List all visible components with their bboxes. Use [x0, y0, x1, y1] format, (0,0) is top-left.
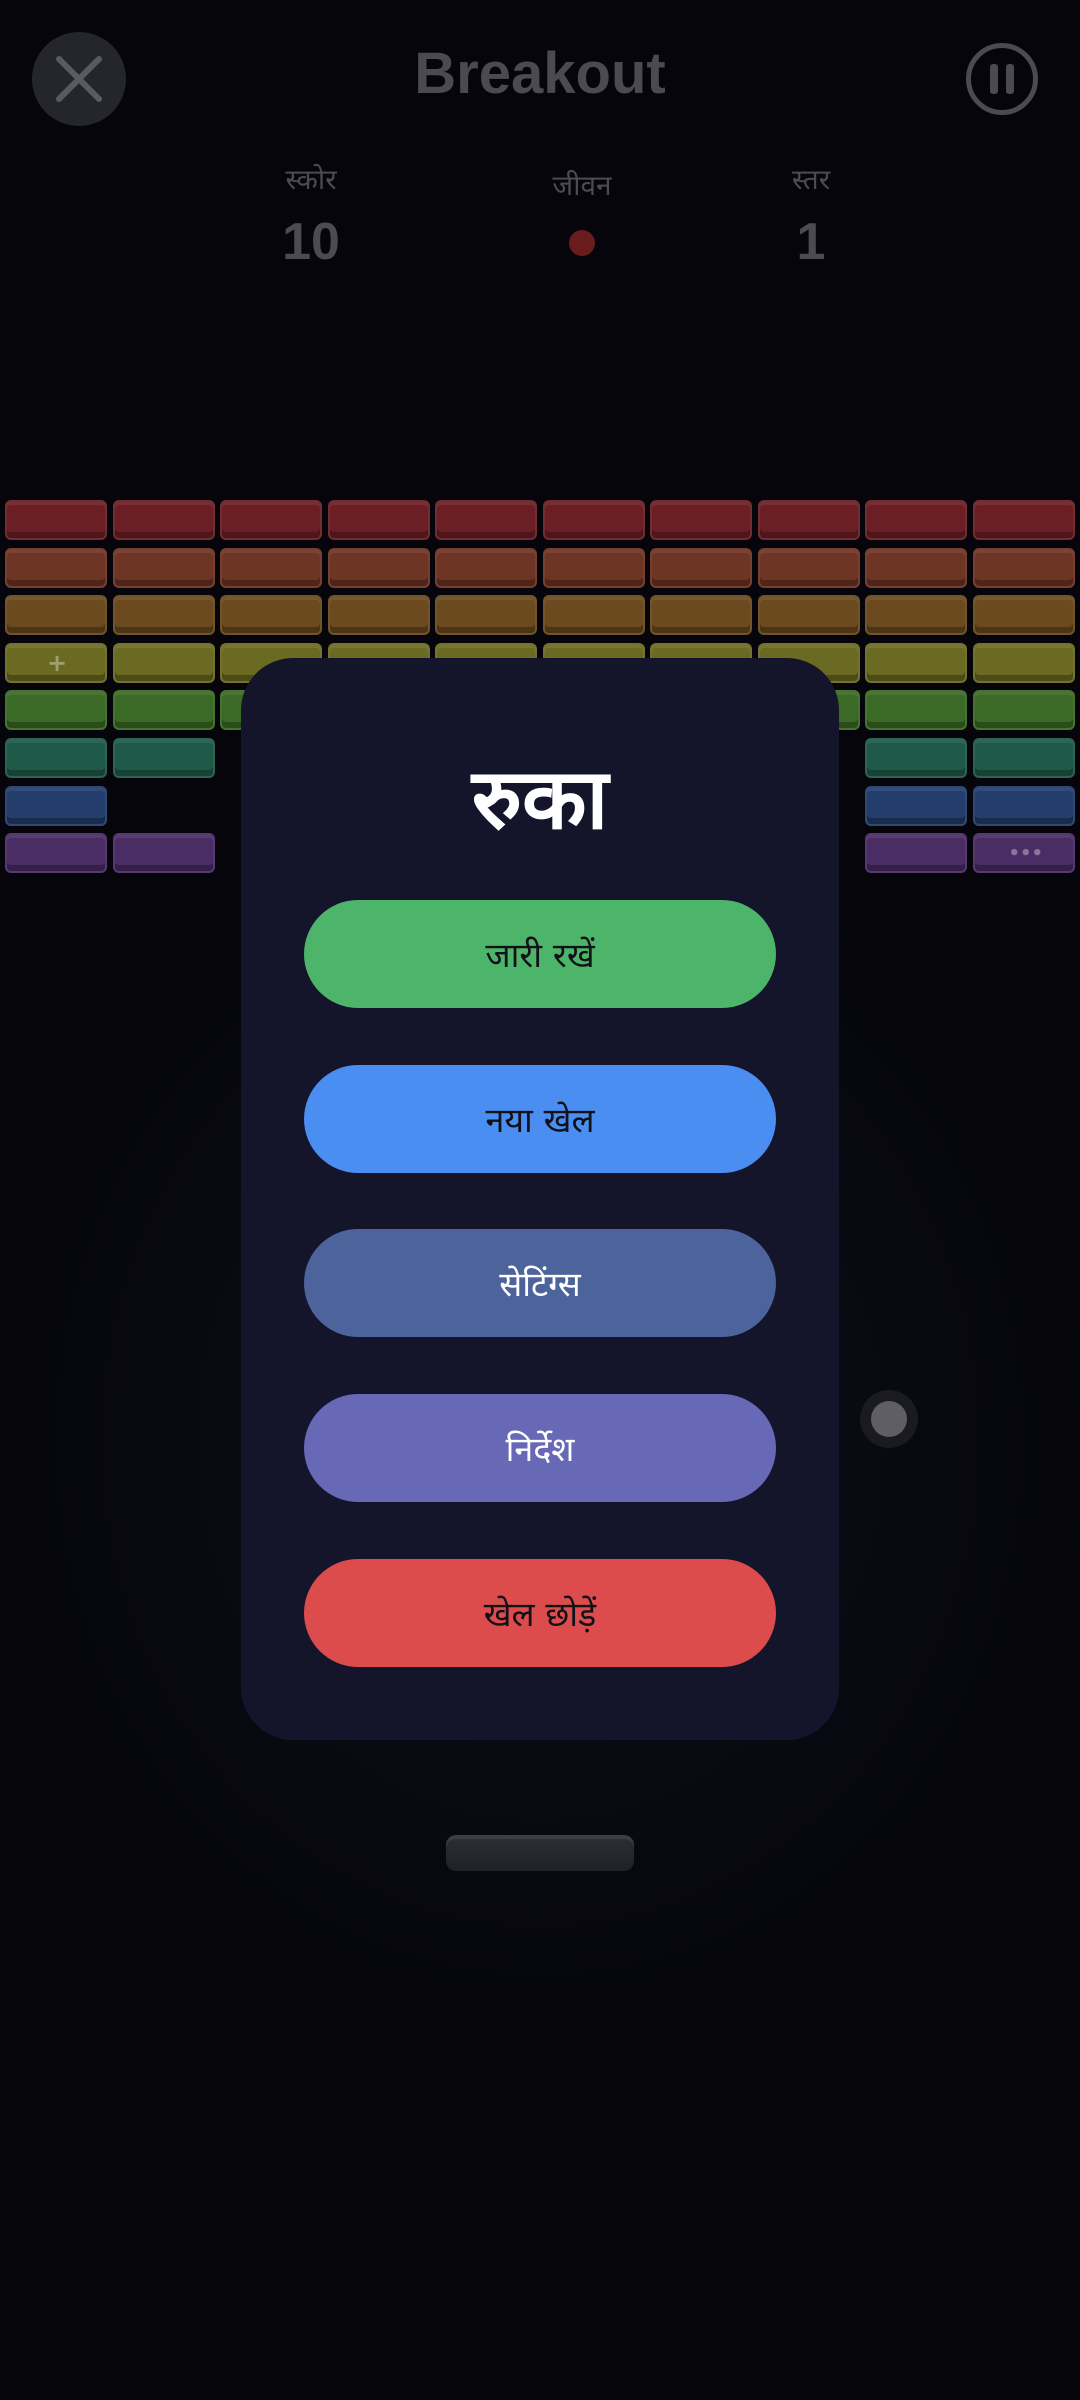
- quit-button-label: खेल छोड़ें: [483, 1595, 597, 1635]
- brick: [112, 500, 215, 540]
- brick: [435, 595, 537, 636]
- brick: [650, 500, 752, 540]
- pause-dialog: रुका जारी रखें नया खेल सेटिंग्स निर्देश …: [241, 658, 839, 1740]
- brick: [757, 595, 860, 636]
- brick: [757, 500, 860, 540]
- brick: [865, 500, 967, 540]
- brick: [865, 738, 967, 778]
- brick: [220, 595, 322, 636]
- brick: [865, 690, 967, 731]
- brick: [865, 547, 967, 588]
- pause-button[interactable]: [966, 43, 1038, 115]
- brick: [542, 595, 645, 636]
- brick: [435, 500, 537, 540]
- instructions-button[interactable]: निर्देश: [304, 1394, 776, 1502]
- new-game-button-label: नया खेल: [485, 1101, 595, 1141]
- brick: [865, 595, 967, 636]
- brick: [865, 642, 967, 683]
- quit-button[interactable]: खेल छोड़ें: [304, 1559, 776, 1667]
- resume-button[interactable]: जारी रखें: [304, 900, 776, 1008]
- powerup-marker: •••: [1008, 843, 1044, 865]
- lives-indicator: [482, 230, 682, 256]
- brick: [5, 833, 107, 874]
- brick: [972, 785, 1075, 826]
- ball: [860, 1390, 918, 1448]
- brick: [972, 738, 1075, 778]
- score-stat: स्कोर 10: [211, 160, 411, 272]
- brick: [865, 785, 967, 826]
- game-screen: + ••• Breakout स्कोर 10 जीवन स्तर 1 रुका …: [0, 0, 1080, 2400]
- lives-label: जीवन: [552, 169, 612, 202]
- brick: [327, 500, 430, 540]
- pause-icon: [990, 64, 1014, 94]
- new-game-button[interactable]: नया खेल: [304, 1065, 776, 1173]
- settings-button[interactable]: सेटिंग्स: [304, 1229, 776, 1337]
- brick: [5, 785, 107, 826]
- brick: [220, 500, 322, 540]
- brick: [865, 833, 967, 874]
- brick: [5, 547, 107, 588]
- brick: [435, 547, 537, 588]
- brick: [5, 595, 107, 636]
- paddle[interactable]: [446, 1835, 634, 1871]
- brick: [220, 547, 322, 588]
- brick: [112, 642, 215, 683]
- game-title: Breakout: [414, 41, 666, 106]
- brick: [112, 738, 215, 778]
- brick: [5, 690, 107, 731]
- brick: [542, 500, 645, 540]
- brick: [112, 595, 215, 636]
- resume-button-label: जारी रखें: [485, 936, 595, 976]
- brick: [972, 642, 1075, 683]
- score-value: 10: [282, 213, 340, 271]
- brick: [5, 500, 107, 540]
- lives-stat: जीवन: [482, 166, 682, 256]
- brick: [757, 547, 860, 588]
- life-dot: [569, 230, 595, 256]
- brick: [5, 738, 107, 778]
- score-label: स्कोर: [285, 163, 337, 196]
- brick: [972, 690, 1075, 731]
- brick: [972, 547, 1075, 588]
- powerup-marker: +: [47, 648, 68, 677]
- level-stat: स्तर 1: [711, 160, 911, 272]
- brick: [112, 690, 215, 731]
- pause-title: रुका: [471, 750, 609, 848]
- level-value: 1: [796, 213, 826, 271]
- instructions-button-label: निर्देश: [505, 1430, 575, 1470]
- brick: [650, 547, 752, 588]
- brick: [327, 595, 430, 636]
- level-label: स्तर: [791, 163, 831, 196]
- brick: [650, 595, 752, 636]
- brick: [542, 547, 645, 588]
- settings-button-label: सेटिंग्स: [499, 1265, 581, 1305]
- brick: [112, 833, 215, 874]
- brick: [972, 595, 1075, 636]
- brick: [327, 547, 430, 588]
- brick: [972, 500, 1075, 540]
- brick: [112, 547, 215, 588]
